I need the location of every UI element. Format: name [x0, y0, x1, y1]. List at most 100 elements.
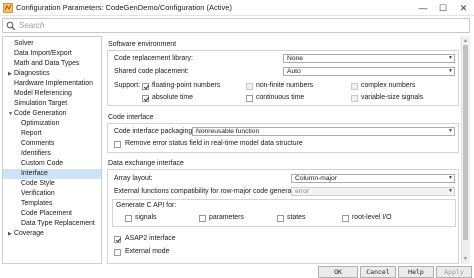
tree-item-label: Math and Data Types	[14, 60, 80, 67]
remove-error-status-checkbox[interactable]	[114, 141, 121, 148]
tree-item-code-placement[interactable]: Code Placement	[3, 209, 101, 219]
help-button[interactable]: Help	[398, 266, 434, 278]
tree-item-report[interactable]: Report	[3, 129, 101, 139]
tree-item-label: Model Referencing	[14, 90, 72, 97]
external-functions-dropdown[interactable]: error ▼	[291, 187, 455, 196]
tree-item-data-type-replacement[interactable]: Data Type Replacement	[3, 219, 101, 229]
maximize-button[interactable]: ☐	[433, 0, 453, 16]
data-exchange-group: Array layout: Column-major ▼ External fu…	[107, 169, 459, 264]
external-functions-label: External functions compatibility for row…	[114, 188, 305, 195]
absolute-time-checkbox[interactable]	[142, 95, 149, 102]
tree-item-hardware-implementation[interactable]: Hardware Implementation	[3, 79, 101, 89]
dropdown-value: None	[287, 55, 303, 62]
tree-item-verification[interactable]: Verification	[3, 189, 101, 199]
tree-item-label: Custom Code	[21, 160, 64, 167]
settings-panel: Software environment Code replacement li…	[105, 36, 461, 264]
search-icon	[6, 21, 16, 31]
tree-item-label: Comments	[21, 140, 55, 147]
external-mode-label: External mode	[125, 248, 170, 255]
tree-item-label: Templates	[21, 200, 53, 207]
chevron-down-icon: ▼	[448, 175, 453, 181]
tree-item-label: Report	[21, 130, 42, 137]
tree-item-simulation-target[interactable]: Simulation Target	[3, 99, 101, 109]
scroll-down-icon[interactable]: ▼	[462, 255, 469, 263]
c-api-signals-checkbox[interactable]	[125, 215, 132, 222]
tree-item-label: Solver	[14, 40, 34, 47]
floating-point-label: floating-point numbers	[152, 82, 221, 89]
tree-item-math-and-data-types[interactable]: Math and Data Types	[3, 59, 101, 69]
scroll-up-icon[interactable]: ▲	[462, 37, 469, 45]
c-api-parameters-label: parameters	[209, 214, 244, 221]
ok-button[interactable]: OK	[318, 266, 358, 278]
variable-size-checkbox[interactable]	[351, 95, 358, 102]
tree-item-label: Identifiers	[21, 150, 51, 157]
app-icon	[3, 3, 13, 13]
array-layout-dropdown[interactable]: Column-major ▼	[291, 174, 455, 183]
tree-item-optimization[interactable]: Optimization	[3, 119, 101, 129]
tree-item-label: Optimization	[21, 120, 60, 127]
scrollbar-thumb[interactable]	[463, 45, 468, 240]
tree-item-label: Hardware Implementation	[14, 80, 93, 87]
continuous-time-checkbox[interactable]	[246, 95, 253, 102]
tree-item-label: Code Placement	[21, 210, 72, 217]
tree-item-label: Coverage	[14, 230, 44, 237]
chevron-down-icon: ▼	[448, 188, 453, 194]
shared-code-placement-label: Shared code placement:	[114, 68, 189, 75]
chevron-down-icon: ▼	[448, 128, 453, 134]
search-input[interactable]	[19, 20, 459, 31]
shared-code-placement-dropdown[interactable]: Auto ▼	[283, 67, 455, 76]
window-title: Configuration Parameters: CodeGenDemo/Co…	[16, 3, 232, 12]
c-api-states-checkbox[interactable]	[277, 215, 284, 222]
category-tree: Solver Data Import/Export Math and Data …	[2, 36, 102, 264]
tree-item-coverage[interactable]: ▶ Coverage	[3, 229, 101, 239]
code-replacement-library-label: Code replacement library:	[114, 55, 193, 62]
search-box	[2, 18, 470, 33]
tree-item-label: Code Generation	[14, 110, 67, 117]
absolute-time-label: absolute time	[152, 94, 193, 101]
continuous-time-label: continuous time	[256, 94, 305, 101]
close-button[interactable]: ✕	[453, 0, 474, 16]
generate-c-api-label: Generate C API for:	[116, 202, 177, 209]
section-heading-code-interface: Code interface	[108, 114, 154, 121]
variable-size-label: variable-size signals	[361, 94, 424, 101]
tree-item-label: Verification	[21, 190, 55, 197]
section-heading-data-exchange: Data exchange interface	[108, 160, 184, 167]
tree-item-templates[interactable]: Templates	[3, 199, 101, 209]
tree-item-label: Simulation Target	[14, 100, 68, 107]
tree-item-code-generation[interactable]: ▼Code Generation	[3, 109, 101, 119]
complex-numbers-label: complex numbers	[361, 82, 416, 89]
code-replacement-library-dropdown[interactable]: None ▼	[283, 54, 455, 63]
complex-numbers-checkbox[interactable]	[351, 83, 358, 90]
tree-item-solver[interactable]: Solver	[3, 39, 101, 49]
tree-item-interface[interactable]: Interface	[3, 169, 101, 179]
tree-item-label: Data Type Replacement	[21, 220, 95, 227]
tree-item-data-import-export[interactable]: Data Import/Export	[3, 49, 101, 59]
chevron-down-icon: ▼	[448, 68, 453, 74]
dropdown-value: Column-major	[295, 175, 337, 182]
tree-item-label: Interface	[21, 170, 48, 177]
tree-item-model-referencing[interactable]: Model Referencing	[3, 89, 101, 99]
code-interface-packaging-dropdown[interactable]: Nonreusable function ▼	[192, 127, 455, 136]
minimize-button[interactable]: —	[413, 0, 433, 16]
dropdown-value: error	[295, 188, 310, 195]
cancel-button[interactable]: Cancel	[360, 266, 396, 278]
c-api-root-level-io-label: root-level I/O	[352, 214, 392, 221]
tree-item-code-style[interactable]: Code Style	[3, 179, 101, 189]
asap2-interface-label: ASAP2 interface	[125, 235, 176, 242]
support-label: Support:	[114, 82, 141, 89]
tree-item-comments[interactable]: Comments	[3, 139, 101, 149]
c-api-root-level-io-checkbox[interactable]	[342, 215, 349, 222]
tree-item-label: Code Style	[21, 180, 55, 187]
generate-c-api-group: Generate C API for: signals parameters s…	[112, 199, 456, 227]
floating-point-checkbox[interactable]	[142, 83, 149, 90]
apply-button[interactable]: Apply	[436, 266, 472, 278]
non-finite-checkbox[interactable]	[246, 83, 253, 90]
tree-item-custom-code[interactable]: Custom Code	[3, 159, 101, 169]
external-mode-checkbox[interactable]	[114, 249, 121, 256]
asap2-interface-checkbox[interactable]	[114, 236, 121, 243]
tree-item-diagnostics[interactable]: ▶ Diagnostics	[3, 69, 101, 79]
tree-item-identifiers[interactable]: Identifiers	[3, 149, 101, 159]
section-heading-software-environment: Software environment	[108, 41, 177, 48]
c-api-parameters-checkbox[interactable]	[199, 215, 206, 222]
code-interface-packaging-label: Code interface packaging:	[114, 128, 195, 135]
